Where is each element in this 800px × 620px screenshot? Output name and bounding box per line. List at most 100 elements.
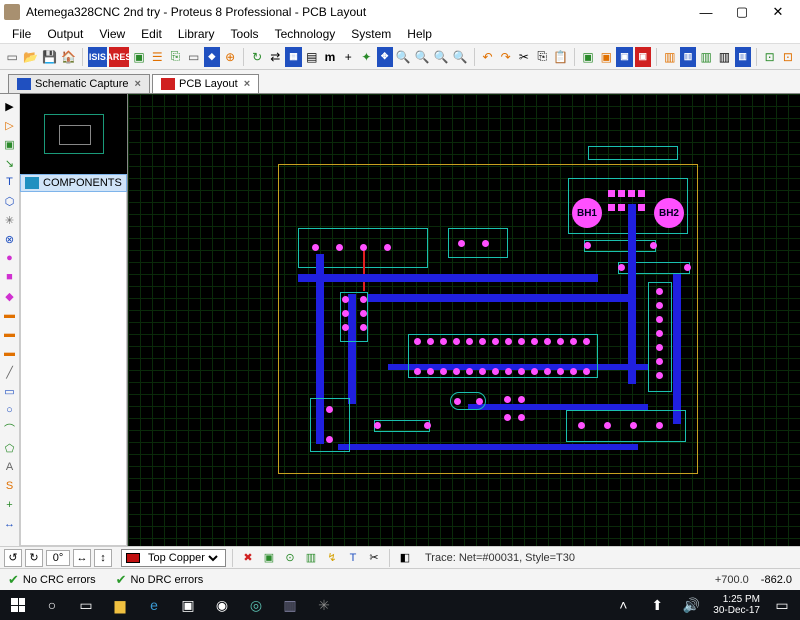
edge-pad-tool[interactable]: ▬: [2, 307, 18, 323]
save-button[interactable]: 💾: [41, 47, 58, 67]
arc-tool[interactable]: ⌒: [2, 421, 18, 437]
pick-button[interactable]: ▥: [662, 47, 678, 67]
rotation-value[interactable]: 0°: [46, 550, 70, 566]
undo-button[interactable]: ↶: [479, 47, 495, 67]
proteus-icon[interactable]: ✳: [312, 593, 336, 617]
toggle-auto-button[interactable]: ↯: [323, 549, 341, 567]
circle-tool[interactable]: ○: [2, 402, 18, 418]
ares-button[interactable]: ARES: [109, 47, 129, 67]
copy-button[interactable]: ⎘: [534, 47, 550, 67]
store-icon[interactable]: ▣: [176, 593, 200, 617]
layer-selector[interactable]: Top Copper: [121, 549, 226, 567]
via-tool[interactable]: T: [2, 174, 18, 190]
menu-tools[interactable]: Tools: [223, 25, 267, 43]
tool-b[interactable]: ⊕: [222, 47, 238, 67]
open-button[interactable]: 📂: [22, 47, 39, 67]
task-view-button[interactable]: ▭: [74, 593, 98, 617]
paste-button[interactable]: 📋: [552, 47, 569, 67]
tool-a[interactable]: ◆: [204, 47, 220, 67]
connect-button[interactable]: ⊡: [762, 47, 778, 67]
drc-button[interactable]: ⊡: [780, 47, 796, 67]
symbol-tool[interactable]: S: [2, 478, 18, 494]
app-icon[interactable]: ◎: [244, 593, 268, 617]
edge-icon[interactable]: e: [142, 593, 166, 617]
toggle-force-button[interactable]: ▥: [302, 549, 320, 567]
autoroute-button[interactable]: ▥: [735, 47, 751, 67]
flip-v-button[interactable]: ↕: [94, 549, 112, 567]
close-icon[interactable]: ×: [135, 78, 141, 90]
components-list[interactable]: [20, 192, 127, 546]
menu-system[interactable]: System: [343, 25, 399, 43]
line-tool[interactable]: ╱: [2, 364, 18, 380]
toggle-snap-button[interactable]: ▣: [260, 549, 278, 567]
rotate-cw-button[interactable]: ↻: [25, 549, 43, 567]
close-button[interactable]: ✕: [760, 0, 796, 24]
zoom-all-button[interactable]: 🔍: [433, 47, 450, 67]
pcb-canvas[interactable]: BH1 BH2: [128, 94, 800, 546]
menu-output[interactable]: Output: [39, 25, 91, 43]
dpad-tool[interactable]: ◆: [2, 288, 18, 304]
flip-button[interactable]: ⇄: [267, 47, 283, 67]
menu-technology[interactable]: Technology: [267, 25, 344, 43]
make-pkg-button[interactable]: ▥: [680, 47, 696, 67]
maximize-button[interactable]: ▢: [724, 0, 760, 24]
menu-library[interactable]: Library: [170, 25, 223, 43]
tray-up-icon[interactable]: ˄: [611, 593, 635, 617]
block-delete-button[interactable]: ▣: [635, 47, 651, 67]
3d-button[interactable]: ▣: [131, 47, 147, 67]
cortana-button[interactable]: ○: [40, 593, 64, 617]
zoom-in-button[interactable]: 🔍: [395, 47, 412, 67]
app-icon-2[interactable]: ▥: [278, 593, 302, 617]
component-tool[interactable]: ▷: [2, 117, 18, 133]
notifications-icon[interactable]: ▭: [770, 593, 794, 617]
gerber-button[interactable]: ⎘: [167, 47, 183, 67]
layer-dropdown[interactable]: Top Copper: [144, 551, 221, 565]
autoname-button[interactable]: ▥: [716, 47, 732, 67]
menu-edit[interactable]: Edit: [133, 25, 170, 43]
filter-button[interactable]: T: [344, 549, 362, 567]
highlight-button[interactable]: ✂: [365, 549, 383, 567]
pan-button[interactable]: ✥: [377, 47, 393, 67]
overview-preview[interactable]: [20, 94, 127, 174]
poly-pad-tool[interactable]: ▬: [2, 345, 18, 361]
marker-tool[interactable]: +: [2, 497, 18, 513]
redo-button[interactable]: ↷: [498, 47, 514, 67]
doc-button[interactable]: ▭: [186, 47, 202, 67]
ratsnest-tool[interactable]: ✳: [2, 212, 18, 228]
zone-tool[interactable]: ⬡: [2, 193, 18, 209]
toggle-ratsnest-button[interactable]: ⊙: [281, 549, 299, 567]
redraw-button[interactable]: ↻: [249, 47, 265, 67]
minimize-button[interactable]: —: [688, 0, 724, 24]
info-button[interactable]: ◧: [396, 549, 414, 567]
bom-button[interactable]: ☰: [149, 47, 165, 67]
block-copy-button[interactable]: ▣: [580, 47, 596, 67]
goto-button[interactable]: ✦: [358, 47, 374, 67]
text-tool[interactable]: A: [2, 459, 18, 475]
connectivity-tool[interactable]: ⊗: [2, 231, 18, 247]
metric-button[interactable]: m: [322, 47, 338, 67]
components-header[interactable]: COMPONENTS: [20, 174, 127, 192]
tab-schematic[interactable]: Schematic Capture ×: [8, 74, 150, 93]
select-tool[interactable]: ▶: [2, 98, 18, 114]
block-move-button[interactable]: ▣: [598, 47, 614, 67]
path-tool[interactable]: ⬠: [2, 440, 18, 456]
toggle-x-button[interactable]: ✖: [239, 549, 257, 567]
track-tool[interactable]: ↘: [2, 155, 18, 171]
flip-h-button[interactable]: ↔: [73, 549, 91, 567]
explorer-icon[interactable]: ▆: [108, 593, 132, 617]
grid-button[interactable]: ▦: [285, 47, 301, 67]
box-tool[interactable]: ▭: [2, 383, 18, 399]
origin-button[interactable]: +: [340, 47, 356, 67]
block-rotate-button[interactable]: ▣: [616, 47, 632, 67]
decompose-button[interactable]: ▥: [698, 47, 714, 67]
package-tool[interactable]: ▣: [2, 136, 18, 152]
isis-button[interactable]: ISIS: [88, 47, 107, 67]
smt-pad-tool[interactable]: ▬: [2, 326, 18, 342]
home-button[interactable]: 🏠: [60, 47, 77, 67]
layers-button[interactable]: ▤: [304, 47, 320, 67]
taskbar-clock[interactable]: 1:25 PM 30-Dec-17: [713, 594, 760, 616]
close-icon[interactable]: ×: [244, 78, 250, 90]
menu-view[interactable]: View: [91, 25, 133, 43]
dimension-tool[interactable]: ↔: [2, 516, 18, 532]
square-pad-tool[interactable]: ■: [2, 269, 18, 285]
